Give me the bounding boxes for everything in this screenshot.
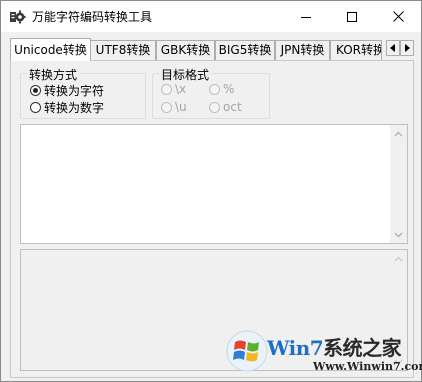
minimize-icon (301, 16, 311, 18)
tab-jpn[interactable]: JPN转换 (275, 40, 330, 60)
radio-label: \x (175, 82, 187, 96)
windows-logo-icon (226, 330, 268, 372)
radio-format-percent[interactable]: % (209, 82, 234, 96)
tab-big5[interactable]: BIG5转换 (215, 40, 275, 60)
scroll-up-button[interactable] (390, 125, 407, 142)
watermark-url: Www.Winwin7.com (313, 360, 422, 373)
tab-kor[interactable]: KOR转换 (330, 40, 382, 60)
tab-utf8[interactable]: UTF8转换 (90, 40, 156, 60)
radio-format-hex-x[interactable]: \x (161, 82, 186, 96)
input-textarea[interactable] (20, 124, 408, 244)
radio-unchecked-icon (30, 102, 41, 113)
title-bar[interactable]: 万能字符编码转换工具 (1, 1, 421, 32)
close-button[interactable] (375, 1, 421, 32)
window-title: 万能字符编码转换工具 (32, 10, 153, 24)
chevron-down-icon (394, 232, 403, 237)
radio-label: 转换为数字 (44, 101, 105, 115)
triangle-right-icon (405, 44, 410, 52)
radio-disabled-icon (209, 101, 220, 113)
scroll-down-button[interactable] (390, 226, 407, 243)
conversion-mode-title: 转换方式 (27, 66, 80, 83)
app-window: 万能字符编码转换工具 Unicode转换 UTF8转换 GBK转换 BIG5转换… (0, 0, 422, 382)
target-format-title: 目标格式 (159, 66, 212, 83)
watermark-brand-cn: 系统之家 (323, 336, 402, 360)
radio-disabled-icon (161, 83, 172, 95)
scroll-up-button[interactable] (390, 250, 407, 267)
radio-to-characters[interactable]: 转换为字符 (30, 82, 104, 99)
tab-gbk[interactable]: GBK转换 (156, 40, 215, 60)
maximize-icon (347, 11, 357, 22)
maximize-button[interactable] (329, 1, 375, 32)
tab-strip: Unicode转换 UTF8转换 GBK转换 BIG5转换 JPN转换 KOR转… (1, 38, 421, 61)
watermark-brand: Win7系统之家 (267, 332, 402, 361)
radio-format-oct[interactable]: oct (209, 100, 242, 114)
chevron-up-icon (394, 131, 403, 136)
tab-unicode[interactable]: Unicode转换 (10, 38, 91, 61)
radio-disabled-icon (209, 83, 220, 95)
tab-scroll-left-button[interactable] (386, 40, 400, 56)
minimize-button[interactable] (283, 1, 329, 32)
radio-label: oct (223, 100, 242, 114)
radio-to-numbers[interactable]: 转换为数字 (30, 99, 104, 116)
radio-label: 转换为字符 (44, 84, 105, 98)
watermark: Win7系统之家 Www.Winwin7.com (225, 329, 422, 380)
radio-format-unicode-u[interactable]: \u (161, 100, 187, 114)
radio-checked-icon (30, 85, 41, 96)
close-icon (392, 11, 404, 22)
radio-disabled-icon (161, 101, 172, 113)
radio-label: \u (175, 100, 187, 114)
input-scrollbar[interactable] (390, 125, 407, 243)
tab-scroll-right-button[interactable] (400, 40, 414, 56)
watermark-brand-win7: Win7 (267, 336, 324, 360)
radio-label: % (223, 82, 235, 96)
gear-app-icon (10, 10, 26, 24)
chevron-up-icon (394, 256, 403, 261)
triangle-left-icon (390, 44, 395, 52)
